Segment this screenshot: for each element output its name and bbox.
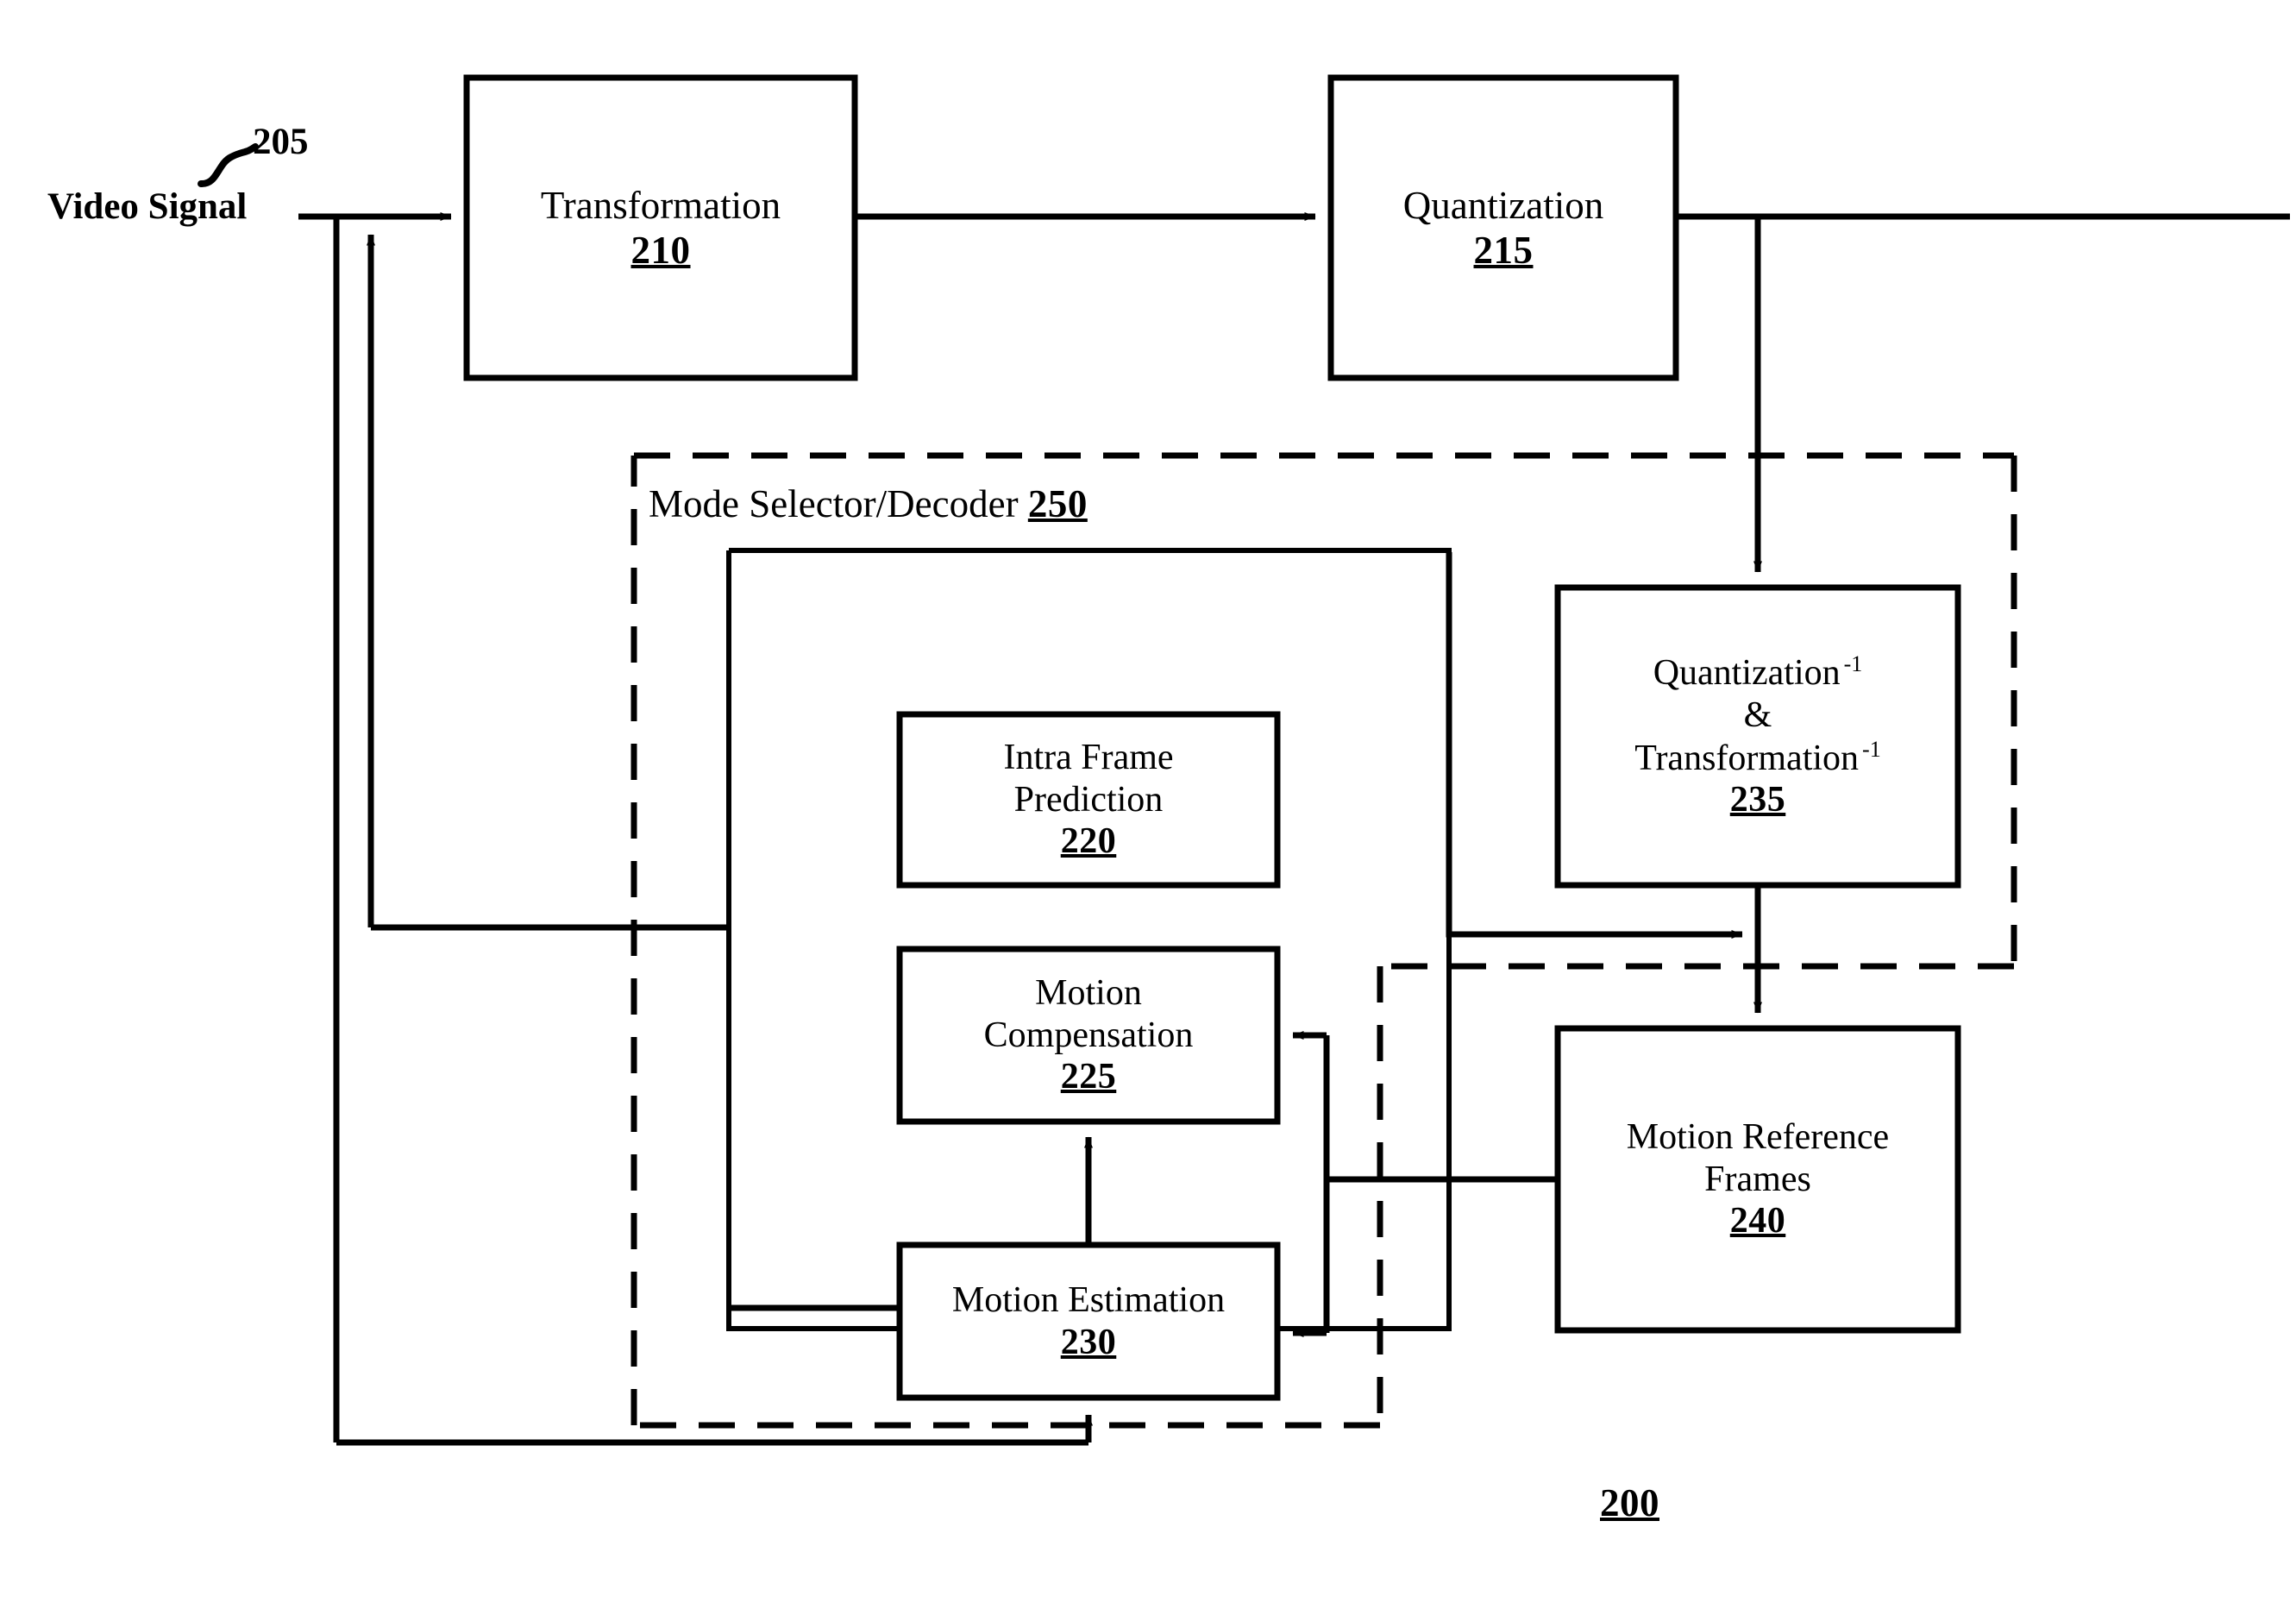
motion-reference-frames-block-rect xyxy=(1554,1025,1961,1334)
intra-frame-prediction-block-rect xyxy=(896,711,1281,889)
patent-figure-block-diagram: Video Signal 205 Mode Selector/Decoder 2… xyxy=(0,0,2296,1609)
reference-frames-feedback-bus xyxy=(1292,1031,1558,1337)
reference-205-leader-line xyxy=(198,143,259,187)
motion-estimation-block-rect xyxy=(896,1241,1281,1401)
motion-compensation-block-rect xyxy=(896,946,1281,1125)
transformation-block-rect xyxy=(463,74,858,381)
inverse-quant-transform-block-rect xyxy=(1554,584,1961,889)
quantization-block-rect xyxy=(1327,74,1679,381)
diagram-wiring-layer xyxy=(198,74,2290,1446)
